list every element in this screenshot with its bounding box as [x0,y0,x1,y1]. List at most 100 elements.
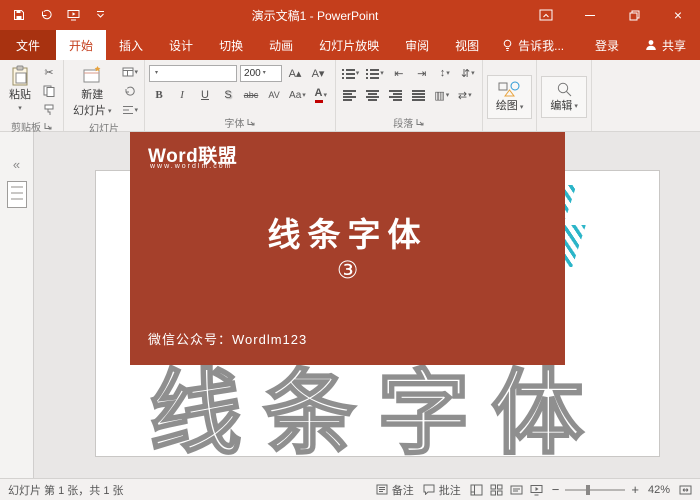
smartart-icon: ⇄ [458,89,467,102]
notes-icon [376,484,388,495]
editing-label: 编辑 [550,100,572,114]
dialog-launcher-icon[interactable] [44,122,52,130]
align-center-button[interactable] [363,86,383,104]
dialog-launcher-icon[interactable] [416,118,424,126]
tell-me-label: 告诉我... [518,37,564,54]
zoom-slider-thumb[interactable] [586,485,590,495]
drawing-button[interactable]: 绘图▾ [487,75,533,119]
slideshow-icon [67,9,80,21]
layout-icon [122,67,134,77]
zoom-slider[interactable] [565,489,625,491]
paragraph-group-label: 段落 [393,115,413,130]
tab-home[interactable]: 开始 [56,30,106,60]
drawing-label: 绘图 [496,100,518,114]
new-slide-label-1: 新建 [81,89,103,103]
slide-sorter-view-button[interactable] [490,484,503,496]
comment-icon [423,484,435,495]
zoom-level[interactable]: 42% [648,484,670,496]
zoom-in-button[interactable]: + [631,483,639,496]
slideshow-view-button[interactable] [530,484,543,496]
font-name-combo[interactable]: ▾ [149,65,237,82]
close-button[interactable]: × [656,0,700,30]
normal-view-button[interactable] [470,484,483,496]
lightbulb-icon [502,39,513,52]
ribbon: 粘贴 ▾ ✂ 剪贴板 [0,60,700,132]
numbered-list-button[interactable]: ▾ [364,64,386,82]
tab-file[interactable]: 文件 [0,30,56,60]
font-size-combo[interactable]: 200 ▾ [240,65,282,82]
font-group-label: 字体 [224,115,244,130]
format-painter-button[interactable] [39,101,59,119]
chevron-down-icon: ▾ [302,92,306,99]
share-button[interactable]: 共享 [631,30,700,60]
tab-slideshow[interactable]: 幻灯片放映 [306,30,392,60]
card-footer: 微信公众号：Wordlm123 [148,329,307,348]
qat-customize-button[interactable] [88,4,112,26]
reading-view-button[interactable] [510,484,523,496]
columns-button[interactable]: ▥▾ [432,86,452,104]
cut-button[interactable]: ✂ [39,63,59,81]
decrease-font-button[interactable]: A▾ [308,64,328,82]
notes-button[interactable]: 备注 [376,482,414,498]
align-right-button[interactable] [386,86,406,104]
editing-button[interactable]: 编辑▾ [541,76,587,119]
person-icon [645,39,657,51]
undo-icon [40,9,52,21]
comments-button[interactable]: 批注 [423,482,461,498]
decrease-indent-icon: ⇤ [394,67,403,80]
tab-transitions[interactable]: 切换 [206,30,256,60]
ribbon-display-options-button[interactable] [524,0,568,30]
bullet-list-button[interactable]: ▾ [340,64,362,82]
character-spacing-button[interactable]: AV [264,86,284,104]
watermark-overlay-card: Word联盟 www.wordlm.com 线条字体 ③ 微信公众号：Wordl… [130,132,565,365]
tab-review[interactable]: 审阅 [392,30,442,60]
editing-group: 编辑▾ [537,60,592,131]
fit-to-window-button[interactable] [679,484,692,496]
align-left-button[interactable] [340,86,360,104]
clipboard-group: 粘贴 ▾ ✂ 剪贴板 [0,60,64,131]
window-title: 演示文稿1 - PowerPoint [120,7,510,24]
text-direction-button[interactable]: ⇵▾ [458,64,478,82]
tab-insert[interactable]: 插入 [106,30,156,60]
decrease-indent-button[interactable]: ⇤ [389,64,409,82]
wordlm-url: www.wordlm.com [150,163,232,170]
slide-counter: 幻灯片 第 1 张，共 1 张 [8,482,124,498]
underline-button[interactable]: U [195,86,215,104]
zoom-out-button[interactable]: − [552,483,560,496]
change-case-button[interactable]: Aa▾ [287,86,308,104]
text-shadow-button[interactable]: S [218,86,238,104]
restore-button[interactable] [612,0,656,30]
reset-slide-button[interactable] [120,82,141,100]
paste-icon [11,65,29,87]
paste-button[interactable]: 粘贴 ▾ [4,63,36,114]
start-slideshow-button[interactable] [61,4,85,26]
new-slide-button[interactable]: 新建 幻灯片▾ [68,63,117,121]
increase-indent-button[interactable]: ⇥ [412,64,432,82]
slide-thumbnail[interactable] [7,181,27,208]
undo-button[interactable] [34,4,58,26]
italic-button[interactable]: I [172,86,192,104]
collapse-pane-button[interactable]: « [13,158,20,171]
sign-in-button[interactable]: 登录 [583,30,631,60]
minimize-button[interactable] [568,0,612,30]
tab-animations[interactable]: 动画 [256,30,306,60]
tab-view[interactable]: 视图 [442,30,492,60]
quick-access-toolbar [0,4,112,26]
justify-button[interactable] [409,86,429,104]
save-button[interactable] [7,4,31,26]
convert-smartart-button[interactable]: ⇄▾ [455,86,475,104]
bold-button[interactable]: B [149,86,169,104]
line-spacing-button[interactable]: ↕▾ [435,64,455,82]
copy-button[interactable] [39,82,59,100]
dialog-launcher-icon[interactable] [247,118,255,126]
font-color-button[interactable]: A▾ [311,86,331,104]
justify-icon [412,90,425,101]
increase-font-button[interactable]: A▴ [285,64,305,82]
layout-button[interactable]: ▾ [120,63,141,81]
tell-me-box[interactable]: 告诉我... [492,30,574,60]
paragraph-group: ▾ ▾ ⇤ ⇥ ↕▾ ⇵▾ ▥▾ ⇄▾ [336,60,483,131]
chevron-down-icon: ▾ [324,92,328,99]
section-button[interactable]: ▾ [120,101,141,119]
tab-design[interactable]: 设计 [156,30,206,60]
strikethrough-button[interactable]: abc [241,86,261,104]
